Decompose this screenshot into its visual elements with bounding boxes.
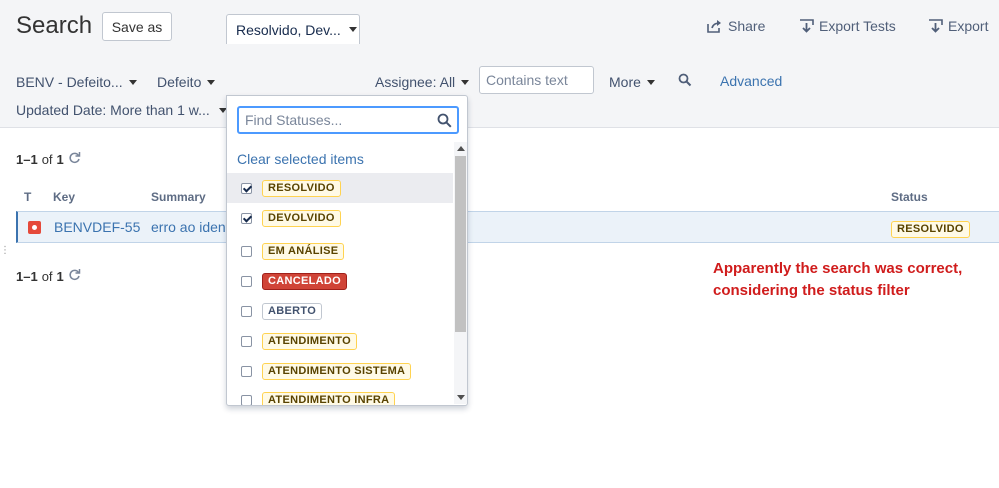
results-count: 1–1 of 1	[16, 151, 81, 167]
search-icon	[678, 73, 692, 90]
more-filter-label: More	[609, 74, 641, 90]
issue-key-link[interactable]: BENVDEF-55	[54, 219, 140, 235]
contains-text-input[interactable]: Contains text	[479, 66, 594, 94]
status-option-label: ATENDIMENTO	[262, 332, 357, 350]
annotation-note: Apparently the search was correct, consi…	[713, 258, 999, 302]
status-filter-label: Resolvido, Dev...	[236, 21, 341, 38]
column-header-status[interactable]: Status	[891, 190, 928, 204]
annotation-line-1: Apparently the search was correct,	[713, 260, 963, 277]
results-count-bottom: 1–1 of 1	[16, 268, 81, 284]
results-count-range: 1–1	[16, 268, 38, 284]
scroll-thumb[interactable]	[455, 156, 466, 332]
checkbox[interactable]	[241, 182, 252, 194]
results-count-total: 1	[56, 151, 64, 167]
status-option-label: RESOLVIDO	[262, 179, 341, 197]
updated-date-filter-label: Updated Date: More than 1 w...	[16, 102, 210, 118]
assignee-filter[interactable]: Assignee: All	[375, 74, 470, 90]
find-statuses-input[interactable]: Find Statuses...	[237, 106, 459, 134]
page-title: Search	[16, 12, 93, 39]
advanced-search-link[interactable]: Advanced	[720, 73, 782, 89]
scroll-down-arrow-icon[interactable]	[457, 395, 465, 400]
checkbox[interactable]	[241, 245, 252, 257]
more-filter[interactable]: More	[609, 74, 655, 90]
status-option-atendimento-infra[interactable]: ATENDIMENTO INFRA	[227, 385, 453, 405]
find-statuses-placeholder: Find Statuses...	[245, 112, 343, 128]
status-option-label: CANCELADO	[262, 272, 347, 290]
clear-selected-link[interactable]: Clear selected items	[237, 151, 364, 167]
type-filter[interactable]: Defeito	[157, 74, 216, 90]
chevron-down-icon	[207, 79, 216, 85]
issue-summary-link[interactable]: erro ao ident	[151, 219, 230, 235]
export-tests-label: Export Tests	[819, 18, 896, 34]
updated-date-filter[interactable]: Updated Date: More than 1 w...	[16, 102, 227, 118]
status-option-label: ABERTO	[262, 302, 323, 320]
export-icon	[928, 19, 943, 33]
chevron-down-icon	[348, 27, 357, 32]
resize-handle[interactable]: ⋮	[0, 245, 10, 256]
export-tests-button[interactable]: Export Tests	[799, 18, 896, 34]
share-label: Share	[728, 18, 766, 34]
chevron-down-icon	[461, 79, 470, 85]
refresh-icon[interactable]	[68, 151, 81, 167]
results-count-of: of	[41, 268, 53, 284]
filter-bar: BENV - Defeito... Defeito Assignee: All …	[0, 52, 999, 128]
column-header-type[interactable]: T	[24, 190, 31, 204]
share-icon	[707, 19, 723, 33]
column-header-summary[interactable]: Summary	[151, 190, 206, 204]
checkbox[interactable]	[241, 394, 252, 405]
chevron-down-icon	[128, 79, 137, 85]
status-option-label: DEVOLVIDO	[262, 209, 341, 227]
status-filter[interactable]: Resolvido, Dev...	[226, 14, 360, 44]
checkbox[interactable]	[241, 335, 252, 347]
project-filter[interactable]: BENV - Defeito...	[16, 74, 137, 90]
export-tests-icon	[799, 19, 814, 33]
status-option-resolvido[interactable]: RESOLVIDO	[227, 173, 453, 203]
results-count-total: 1	[56, 268, 64, 284]
dropdown-scrollbar[interactable]	[454, 142, 467, 404]
export-button[interactable]: Export	[928, 18, 988, 34]
export-label: Export	[948, 18, 989, 34]
status-option-cancelado[interactable]: CANCELADO	[227, 266, 453, 296]
status-option-atendimento[interactable]: ATENDIMENTO	[227, 326, 453, 356]
results-count-of: of	[41, 151, 53, 167]
top-bar: Search Save as Share Export Tests Export	[0, 0, 999, 52]
search-icon	[437, 113, 452, 131]
status-option-devolvido[interactable]: DEVOLVIDO	[227, 203, 453, 233]
refresh-icon[interactable]	[68, 268, 81, 284]
status-dropdown: Find Statuses... Clear selected items RE…	[226, 95, 468, 406]
results-count-range: 1–1	[16, 151, 38, 167]
status-option-em-analise[interactable]: EM ANÁLISE	[227, 236, 453, 266]
checkbox[interactable]	[241, 212, 252, 224]
share-button[interactable]: Share	[707, 18, 765, 34]
type-filter-label: Defeito	[157, 74, 202, 90]
status-badge: RESOLVIDO	[891, 221, 970, 238]
status-option-label: ATENDIMENTO INFRA	[262, 391, 396, 405]
checkbox[interactable]	[241, 305, 252, 317]
checkbox[interactable]	[241, 365, 252, 377]
search-button[interactable]	[678, 73, 692, 90]
assignee-filter-label: Assignee: All	[375, 74, 456, 90]
status-option-label: ATENDIMENTO SISTEMA	[262, 362, 412, 380]
annotation-line-2: considering the status filter	[713, 282, 910, 299]
status-option-label: EM ANÁLISE	[262, 242, 345, 260]
project-filter-label: BENV - Defeito...	[16, 74, 123, 90]
status-option-aberto[interactable]: ABERTO	[227, 296, 453, 326]
status-option-atendimento-sistema[interactable]: ATENDIMENTO SISTEMA	[227, 356, 453, 386]
checkbox[interactable]	[241, 275, 252, 287]
save-as-button[interactable]: Save as	[102, 12, 172, 41]
scroll-up-arrow-icon[interactable]	[457, 146, 465, 151]
bug-type-icon	[28, 221, 41, 234]
chevron-down-icon	[646, 79, 655, 85]
table-row[interactable]: BENVDEF-55 erro ao ident RESOLVIDO	[16, 211, 999, 243]
column-header-key[interactable]: Key	[53, 190, 75, 204]
